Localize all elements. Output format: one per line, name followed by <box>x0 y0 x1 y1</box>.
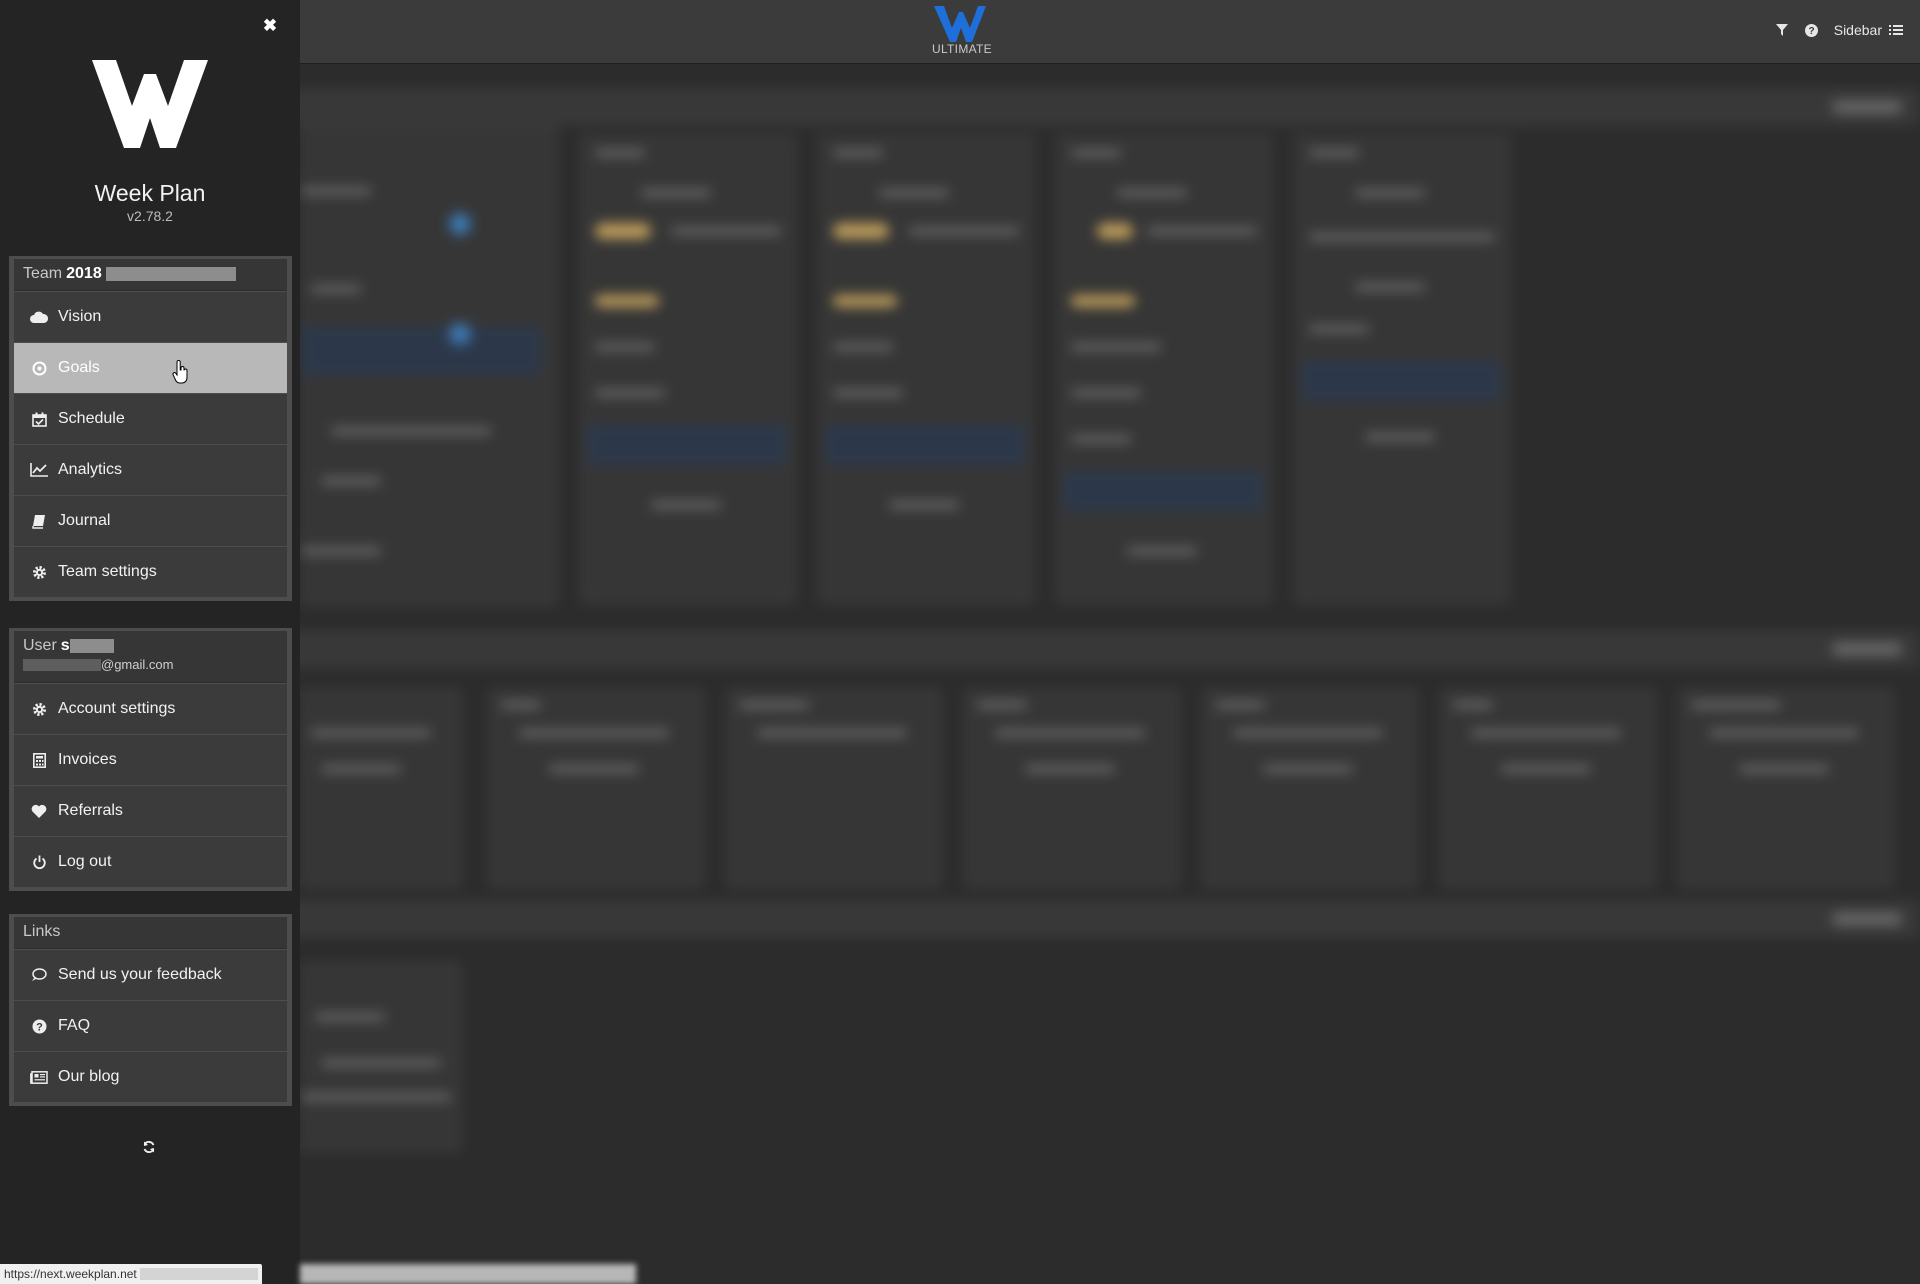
nav-label: Log out <box>58 853 112 870</box>
nav-item-invoices[interactable]: Invoices <box>14 734 287 785</box>
nav-item-referrals[interactable]: Referrals <box>14 785 287 836</box>
nav-item-schedule[interactable]: Schedule <box>14 393 287 444</box>
book-icon <box>30 512 48 530</box>
nav-label: FAQ <box>58 1017 91 1034</box>
nav-label: Schedule <box>58 410 125 427</box>
links-label: Links <box>23 923 61 940</box>
nav-item-faq[interactable]: ? FAQ <box>14 1000 287 1051</box>
goal-card <box>1440 688 1656 888</box>
links-header: Links <box>14 917 287 949</box>
team-panel: Team 2018 Vision Goals Schedule Analytic… <box>9 256 292 601</box>
nav-label: Goals <box>58 359 100 376</box>
user-email-domain: @gmail.com <box>101 657 174 672</box>
target-icon <box>30 359 48 377</box>
nav-label: Referrals <box>58 802 123 819</box>
nav-item-journal[interactable]: Journal <box>14 495 287 546</box>
nav-label: Send us your feedback <box>58 966 222 983</box>
nav-label: Our blog <box>58 1068 120 1085</box>
nav-label: Analytics <box>58 461 123 478</box>
goal-card <box>300 962 462 1152</box>
refresh-icon[interactable] <box>140 1138 158 1156</box>
redacted-email-local-part <box>23 658 101 671</box>
power-icon <box>30 853 48 871</box>
status-bar-url: https://next.weekplan.net <box>0 1264 262 1284</box>
svg-text:?: ? <box>36 1021 43 1033</box>
goal-card <box>488 688 704 888</box>
list-icon <box>1888 22 1904 38</box>
user-email: @gmail.com <box>23 657 173 672</box>
nav-item-goals[interactable]: Goals <box>14 342 287 393</box>
sidebar-toggle[interactable]: Sidebar <box>1834 22 1904 38</box>
weekplan-logo-icon <box>934 6 986 42</box>
sidebar: ✖ Week Plan v2.78.2 Team 2018 Vision Goa… <box>0 0 300 1284</box>
brand: Week Plan v2.78.2 <box>0 60 300 224</box>
user-header: User s @gmail.com <box>14 631 287 683</box>
links-panel: Links Send us your feedback ? FAQ Our bl… <box>9 914 292 1106</box>
user-name-initial: s <box>60 637 70 654</box>
plan-badge: ULTIMATE <box>932 42 992 56</box>
nav-item-feedback[interactable]: Send us your feedback <box>14 949 287 1000</box>
user-label: User <box>23 637 57 654</box>
newspaper-icon <box>30 1068 48 1086</box>
weekplan-logo-icon <box>92 60 208 148</box>
svg-text:?: ? <box>1809 26 1815 37</box>
goal-card <box>580 134 796 604</box>
line-chart-icon <box>30 461 48 479</box>
sidebar-toggle-label: Sidebar <box>1833 22 1882 38</box>
goal-card <box>300 126 558 606</box>
nav-item-log-out[interactable]: Log out <box>14 836 287 887</box>
nav-label: Team settings <box>58 563 157 580</box>
goal-card <box>964 688 1180 888</box>
loading-bar <box>300 1264 636 1284</box>
goal-card <box>1678 688 1894 888</box>
nav-item-team-settings[interactable]: Team settings <box>14 546 287 597</box>
redacted-team-name <box>105 267 236 281</box>
nav-label: Journal <box>58 512 111 529</box>
gear-icon <box>30 700 48 718</box>
nav-item-analytics[interactable]: Analytics <box>14 444 287 495</box>
app-logo[interactable]: ULTIMATE <box>932 6 992 56</box>
heart-icon <box>30 802 48 820</box>
team-header: Team 2018 <box>14 259 287 291</box>
nav-label: Vision <box>58 308 102 325</box>
close-sidebar-icon[interactable]: ✖ <box>262 17 278 34</box>
team-label: Team <box>23 265 63 282</box>
team-name: 2018 <box>66 265 102 282</box>
goal-card <box>818 134 1034 604</box>
goal-card <box>1056 134 1272 604</box>
nav-item-vision[interactable]: Vision <box>14 291 287 342</box>
goal-card <box>1294 134 1510 604</box>
status-url-text: https://next.weekplan.net <box>4 1267 137 1281</box>
user-panel: User s @gmail.com Account settings Invoi… <box>9 628 292 891</box>
nav-item-account-settings[interactable]: Account settings <box>14 683 287 734</box>
app-version: v2.78.2 <box>127 208 173 224</box>
goal-card <box>1202 688 1418 888</box>
calculator-icon <box>30 751 48 769</box>
filter-icon[interactable] <box>1774 22 1790 38</box>
redacted-user-name <box>69 639 114 653</box>
gear-icon <box>30 563 48 581</box>
goal-card <box>726 688 942 888</box>
nav-label: Account settings <box>58 700 176 717</box>
status-url-fade <box>140 1268 258 1280</box>
cloud-icon <box>30 308 48 326</box>
app-name: Week Plan <box>94 180 206 206</box>
nav-label: Invoices <box>58 751 117 768</box>
question-circle-icon: ? <box>30 1017 48 1035</box>
speech-bubble-icon <box>30 966 48 984</box>
goal-card <box>300 688 462 888</box>
calendar-check-icon <box>30 410 48 428</box>
nav-item-our-blog[interactable]: Our blog <box>14 1051 287 1102</box>
help-icon[interactable]: ? <box>1804 22 1820 38</box>
